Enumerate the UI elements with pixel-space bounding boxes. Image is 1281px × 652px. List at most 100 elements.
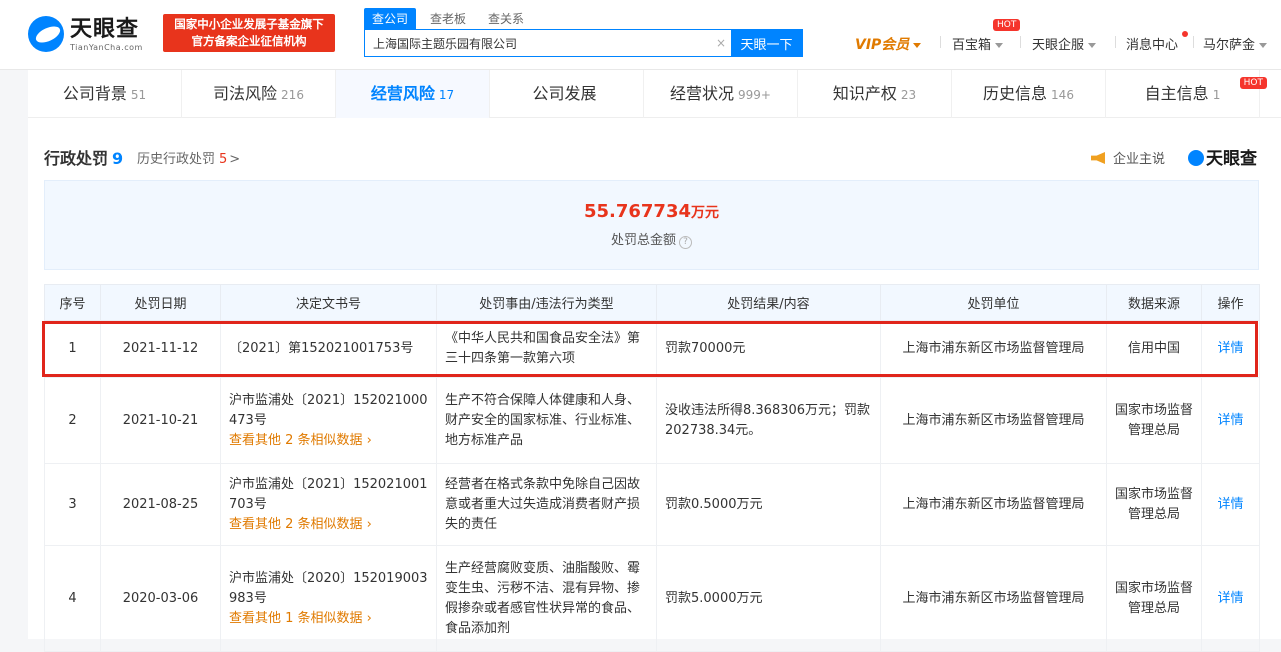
search-type-tabs: 查公司 查老板 查关系: [364, 8, 532, 29]
detail-link[interactable]: 详情: [1217, 341, 1243, 356]
cell-unit: 上海市浦东新区市场监督管理局: [880, 545, 1107, 652]
logo-eye-icon: [1188, 150, 1204, 166]
cell-date: 2021-08-25: [100, 463, 221, 546]
slogan-line-2: 官方备案企业征信机构: [191, 34, 307, 48]
similar-data-link[interactable]: 查看其他 1 条相似数据 ›: [229, 609, 428, 629]
cell-source: 国家市场监督管理总局: [1106, 545, 1202, 652]
cell-date: 2021-10-21: [100, 377, 221, 464]
company-says-link[interactable]: 企业主说: [1090, 148, 1165, 167]
detail-link[interactable]: 详情: [1217, 497, 1243, 512]
tab-judicial-risk[interactable]: 司法风险 216: [182, 70, 336, 118]
col-header-action: 操作: [1201, 284, 1260, 321]
total-amount: 55.767734万元: [45, 201, 1258, 222]
section-title-text: 行政处罚: [44, 149, 109, 168]
table-header-row: 序号 处罚日期 决定文书号 处罚事由/违法行为类型 处罚结果/内容 处罚单位 数…: [44, 284, 1260, 321]
search-box: × 天眼一下: [364, 29, 803, 57]
cell-no: 1: [44, 320, 101, 378]
user-menu[interactable]: 马尔萨金: [1203, 34, 1268, 53]
detail-link[interactable]: 详情: [1217, 591, 1243, 606]
cell-date: 2021-11-12: [100, 320, 221, 378]
chevron-down-icon: [1088, 43, 1097, 48]
chevron-down-icon: [913, 42, 922, 48]
doc-number: 沪市监浦处〔2021〕152021000473号: [229, 392, 428, 428]
logo-title: 天眼查: [70, 16, 140, 42]
cell-action: 详情: [1201, 463, 1260, 546]
tab-company-background[interactable]: 公司背景 51: [28, 70, 182, 118]
tab-count: 51: [130, 88, 147, 102]
cell-result: 罚款0.5000万元: [656, 463, 881, 546]
notification-dot: [1182, 31, 1188, 37]
penalty-table: 序号 处罚日期 决定文书号 处罚事由/违法行为类型 处罚结果/内容 处罚单位 数…: [44, 284, 1260, 652]
promo-label: 企业主说: [1112, 152, 1165, 167]
category-tabs: 公司背景 51 司法风险 216 经营风险 17 公司发展 经营状况 999+ 知识产权…: [28, 70, 1281, 118]
detail-link[interactable]: 详情: [1217, 413, 1243, 428]
logo-text: 天眼查 TianYanCha.com: [70, 17, 143, 52]
nav-divider: [1193, 36, 1194, 48]
cell-no: 4: [44, 545, 101, 652]
main-content: 公司背景 51 司法风险 216 经营风险 17 公司发展 经营状况 999+ 知识产权…: [28, 70, 1281, 652]
table-row: 4 2020-03-06 沪市监浦处〔2020〕152019003983号查看其…: [44, 545, 1260, 652]
tab-label: 自主信息: [1144, 84, 1209, 103]
similar-data-link[interactable]: 查看其他 2 条相似数据 ›: [229, 515, 428, 535]
hot-badge: HOT: [1239, 77, 1267, 89]
tab-self-info[interactable]: 自主信息 1 HOT: [1106, 70, 1267, 118]
cell-reason: 经营者在格式条款中免除自己因故意或者重大过失造成消费者财产损失的责任: [436, 463, 657, 546]
cell-doc: 沪市监浦处〔2021〕152021001703号查看其他 2 条相似数据 ›: [220, 463, 437, 546]
cell-date: 2020-03-06: [100, 545, 221, 652]
col-header-reason: 处罚事由/违法行为类型: [436, 284, 657, 321]
help-icon[interactable]: ?: [679, 236, 692, 249]
search-tab-boss[interactable]: 查老板: [422, 8, 474, 29]
table-row: 2 2021-10-21 沪市监浦处〔2021〕152021000473号 查看其…: [44, 377, 1260, 464]
tab-label: 公司背景: [62, 84, 127, 103]
tab-label: 经营状况: [670, 84, 735, 103]
cell-action: 详情: [1201, 545, 1260, 652]
cell-unit: 上海市浦东新区市场监督管理局: [880, 463, 1107, 546]
search-button[interactable]: 天眼一下: [731, 30, 802, 56]
search-input[interactable]: [365, 30, 711, 56]
similar-data-link[interactable]: 查看其他 2 条相似数据 ›: [229, 431, 428, 451]
clear-icon[interactable]: ×: [711, 30, 731, 56]
megaphone-icon: [1090, 152, 1105, 164]
tab-company-development[interactable]: 公司发展: [490, 70, 644, 118]
top-bar: 天眼查 TianYanCha.com 国家中小企业发展子基金旗下 官方备案企业征…: [0, 0, 1281, 70]
tab-history-info[interactable]: 历史信息 146: [952, 70, 1106, 118]
logo-domain: TianYanCha.com: [70, 42, 143, 52]
tab-operational-risk[interactable]: 经营风险 17: [336, 70, 490, 118]
cell-action: 详情: [1201, 320, 1260, 378]
user-name: 马尔萨金: [1203, 38, 1256, 53]
tab-label: 司法风险: [213, 84, 278, 103]
history-penalty-link[interactable]: 历史行政处罚 5 >: [137, 148, 240, 167]
doc-number: 沪市监浦处〔2021〕152021001703号: [229, 476, 428, 512]
tab-count: 23: [900, 88, 917, 102]
nav-divider: [1020, 36, 1021, 48]
tab-label: 公司发展: [532, 84, 597, 103]
tab-intellectual-property[interactable]: 知识产权 23: [798, 70, 952, 118]
cell-doc: 沪市监浦处〔2021〕152021000473号查看其他 2 条相似数据 ›: [220, 377, 437, 464]
brand-watermark: 天眼查: [1188, 144, 1257, 169]
total-amount-label: 处罚总金额?: [45, 229, 1258, 249]
nav-divider: [940, 36, 941, 48]
search-tab-company[interactable]: 查公司: [364, 8, 417, 29]
baobaoxiang-menu[interactable]: 百宝箱: [952, 34, 1004, 53]
chevron-down-icon: [1259, 43, 1268, 48]
tab-label: 经营风险: [370, 84, 435, 103]
brand-text: 天眼查: [1206, 149, 1257, 169]
qifu-menu[interactable]: 天眼企服: [1032, 34, 1097, 53]
cell-reason: 《中华人民共和国食品安全法》第三十四条第一款第六项: [436, 320, 657, 378]
table-row: 1 2021-11-12 〔2021〕第152021001753号 《中华人民共…: [44, 320, 1260, 378]
cell-result: 罚款70000元: [656, 320, 881, 378]
search-tab-relation[interactable]: 查关系: [480, 8, 532, 29]
cell-result: 罚款5.0000万元: [656, 545, 881, 652]
vip-menu[interactable]: VIP会员: [855, 34, 922, 54]
tab-count: 999+: [738, 88, 771, 102]
cell-source: 国家市场监督管理总局: [1106, 463, 1202, 546]
cell-reason: 生产不符合保障人体健康和人身、财产安全的国家标准、行业标准、地方标准产品: [436, 377, 657, 464]
tab-business-status[interactable]: 经营状况 999+: [644, 70, 798, 118]
chevron-right-icon: >: [229, 152, 241, 167]
col-header-no: 序号: [44, 284, 101, 321]
qifu-label: 天眼企服: [1032, 38, 1085, 53]
doc-number: 沪市监浦处〔2020〕152019003983号: [229, 570, 428, 606]
logo[interactable]: 天眼查 TianYanCha.com: [28, 14, 143, 54]
message-center-link[interactable]: 消息中心: [1126, 34, 1178, 53]
col-header-date: 处罚日期: [100, 284, 221, 321]
